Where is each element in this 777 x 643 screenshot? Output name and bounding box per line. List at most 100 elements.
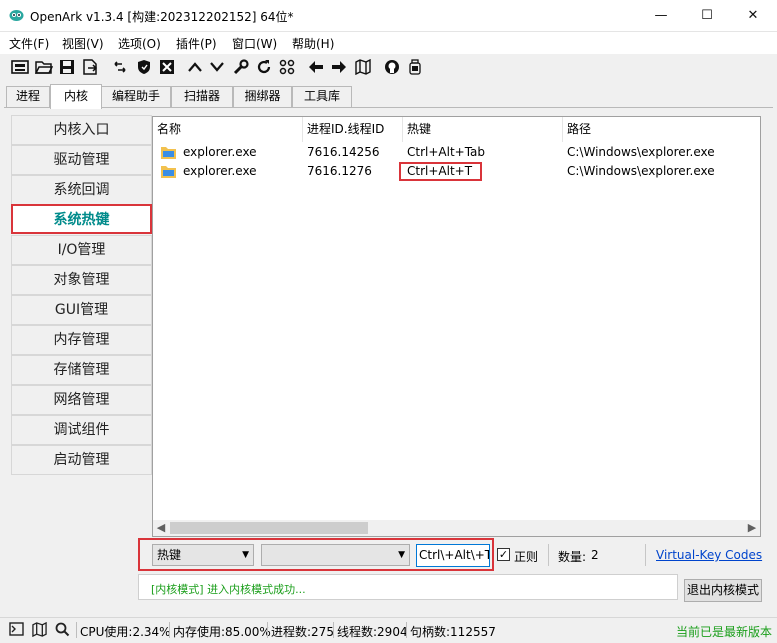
open-folder-icon[interactable] [34, 57, 54, 77]
console-icon[interactable] [10, 57, 30, 77]
scrollbar-thumb[interactable] [170, 522, 368, 534]
sidebar-item-object-manager[interactable]: 对象管理 [11, 265, 152, 295]
column-header-path[interactable]: 路径 [563, 117, 760, 142]
sidebar-item-system-callbacks[interactable]: 系统回调 [11, 175, 152, 205]
cell-path: C:\Windows\explorer.exe [567, 145, 715, 159]
horizontal-scrollbar[interactable]: ◀ ▶ [153, 520, 760, 536]
maximize-button[interactable]: ☐ [684, 0, 730, 31]
log-message: [内核模式] 进入内核模式成功... [151, 583, 306, 596]
sidebar-item-gui-manager[interactable]: GUI管理 [11, 295, 152, 325]
explorer-folder-icon [161, 166, 176, 178]
cell-hotkey: Ctrl+Alt+Tab [407, 145, 486, 159]
table-row[interactable]: explorer.exe 7616.14256 Ctrl+Alt+Tab C:\… [153, 143, 760, 162]
menu-file[interactable]: 文件(F) [9, 35, 49, 52]
menu-plugins[interactable]: 插件(P) [176, 35, 217, 52]
forward-icon[interactable] [329, 57, 349, 77]
sidebar-item-io-manager[interactable]: I/O管理 [11, 235, 152, 265]
handle-count: 句柄数:112557 [410, 625, 496, 639]
tab-bundler[interactable]: 捆绑器 [233, 86, 292, 107]
bottle-icon[interactable] [405, 57, 425, 77]
status-separator [333, 622, 334, 638]
main-tab-bar: 进程 内核 编程助手 扫描器 捆绑器 工具库 [0, 84, 777, 109]
sidebar-item-memory-manager[interactable]: 内存管理 [11, 325, 152, 355]
minimize-button[interactable]: — [638, 0, 684, 31]
cell-path: C:\Windows\explorer.exe [567, 164, 715, 178]
toolbar [0, 54, 777, 82]
menu-view[interactable]: 视图(V) [62, 35, 104, 52]
close-button[interactable]: ✕ [730, 0, 776, 31]
hotkey-highlight-box [399, 162, 482, 181]
search-icon[interactable] [55, 622, 70, 641]
shield-icon[interactable] [134, 57, 154, 77]
link-icon[interactable] [110, 57, 130, 77]
scroll-left-icon[interactable]: ◀ [153, 520, 169, 536]
up-icon[interactable] [185, 57, 205, 77]
cell-pid-tid: 7616.14256 [307, 145, 380, 159]
grid-icon[interactable] [277, 57, 297, 77]
sidebar-item-storage-manager[interactable]: 存储管理 [11, 355, 152, 385]
filter-separator [548, 544, 549, 566]
thread-count: 线程数:2904 [337, 625, 408, 639]
filter-field-value: 热键 [157, 548, 182, 562]
window-title: OpenArk v1.3.4 [构建:202312202152] 64位* [30, 10, 294, 24]
sidebar-item-startup-manager[interactable]: 启动管理 [11, 445, 152, 475]
update-status[interactable]: 当前已是最新版本 [676, 623, 772, 640]
save-icon[interactable] [57, 57, 77, 77]
chevron-down-icon: ▼ [398, 550, 405, 560]
memory-usage: 内存使用:85.00% [173, 625, 271, 639]
menu-bar: 文件(F) 视图(V) 选项(O) 插件(P) 窗口(W) 帮助(H) [0, 32, 777, 54]
github-icon[interactable] [382, 57, 402, 77]
console-icon[interactable] [9, 622, 24, 640]
sidebar-item-debug-components[interactable]: 调试组件 [11, 415, 152, 445]
map-icon[interactable] [353, 57, 373, 77]
tab-kernel[interactable]: 内核 [50, 84, 102, 109]
column-header-pid-tid[interactable]: 进程ID.线程ID [303, 117, 403, 142]
cell-name: explorer.exe [183, 145, 257, 159]
cell-pid-tid: 7616.1276 [307, 164, 372, 178]
explorer-folder-icon [161, 147, 176, 159]
openark-logo-icon [9, 10, 24, 21]
cell-name: explorer.exe [183, 164, 257, 178]
log-output: [内核模式] 进入内核模式成功... [138, 574, 678, 600]
refresh-icon[interactable] [254, 57, 274, 77]
tab-scanner[interactable]: 扫描器 [171, 86, 233, 107]
virtual-key-codes-link[interactable]: Virtual-Key Codes [656, 548, 762, 562]
column-header-hotkey[interactable]: 热键 [403, 117, 563, 142]
tab-process[interactable]: 进程 [6, 86, 50, 107]
sidebar-item-system-hotkeys[interactable]: 系统热键 [11, 204, 152, 234]
menu-options[interactable]: 选项(O) [118, 35, 161, 52]
back-icon[interactable] [306, 57, 326, 77]
block-icon[interactable] [157, 57, 177, 77]
export-icon[interactable] [80, 57, 100, 77]
process-count: 进程数:275 [271, 625, 334, 639]
wrench-icon[interactable] [231, 57, 251, 77]
status-bar: CPU使用:2.34% 内存使用:85.00% 进程数:275 线程数:2904… [0, 617, 777, 643]
status-separator [267, 622, 268, 638]
regex-label: 正则 [514, 550, 539, 564]
column-header-name[interactable]: 名称 [153, 117, 303, 142]
status-separator [406, 622, 407, 638]
menu-help[interactable]: 帮助(H) [292, 35, 334, 52]
hotkey-list: 名称 进程ID.线程ID 热键 路径 explorer.exe 7616.142… [152, 116, 761, 537]
sidebar-item-driver-manager[interactable]: 驱动管理 [11, 145, 152, 175]
kernel-sidebar: 内核入口 驱动管理 系统回调 系统热键 I/O管理 对象管理 GUI管理 内存管… [11, 115, 152, 615]
filter-secondary-select[interactable]: ▼ [261, 544, 410, 566]
tab-coding-assistant[interactable]: 编程助手 [101, 86, 171, 107]
chevron-down-icon: ▼ [242, 550, 249, 560]
filter-field-select[interactable]: 热键 ▼ [152, 544, 254, 566]
status-separator [169, 622, 170, 638]
scroll-right-icon[interactable]: ▶ [744, 520, 760, 536]
status-separator [76, 622, 77, 638]
filter-separator [645, 544, 646, 566]
down-icon[interactable] [207, 57, 227, 77]
tab-utilities[interactable]: 工具库 [292, 86, 352, 107]
count-label: 数量: [558, 550, 587, 564]
sidebar-item-kernel-entry[interactable]: 内核入口 [11, 115, 152, 145]
regex-checkbox[interactable]: ✓ [497, 548, 510, 561]
map-icon[interactable] [32, 621, 47, 641]
exit-kernel-mode-button[interactable]: 退出内核模式 [684, 579, 762, 602]
count-value: 2 [591, 548, 599, 562]
sidebar-item-network-manager[interactable]: 网络管理 [11, 385, 152, 415]
menu-window[interactable]: 窗口(W) [232, 35, 277, 52]
filter-pattern-input[interactable]: Ctrl\+Alt\+T [416, 544, 490, 567]
